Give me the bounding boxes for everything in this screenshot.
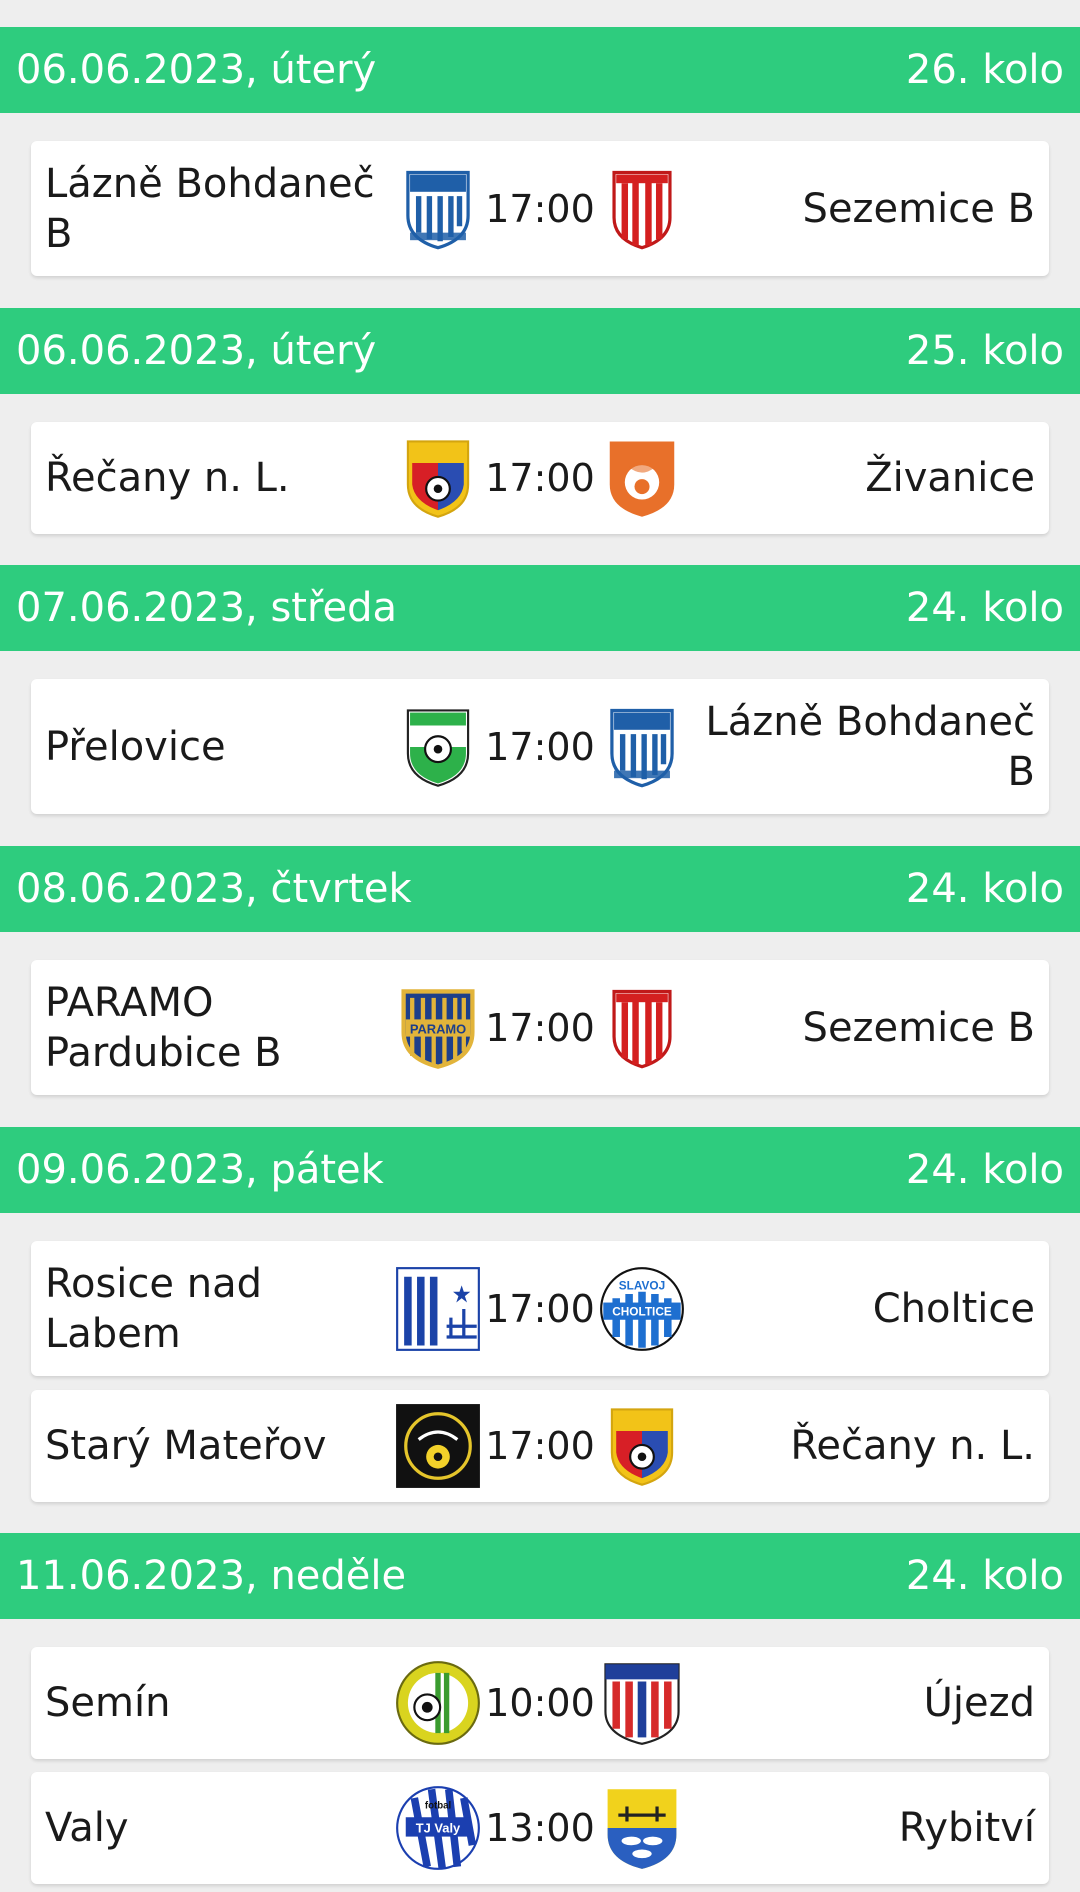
choltice-crest-icon: CHOLTICE SLAVOJ	[599, 1266, 685, 1352]
home-team-name: PARAMO Pardubice B	[45, 979, 282, 1076]
match-card[interactable]: Přelovice 17:00 Lázně Bohdaneč B	[31, 679, 1049, 814]
ujezd-crest-icon	[599, 1660, 685, 1746]
round-label: 24. kolo	[905, 1553, 1064, 1599]
match-card[interactable]: PARAMO Pardubice B PARAMO 17:00 Sezemice…	[31, 960, 1049, 1095]
away-team-name: Újezd	[923, 1680, 1035, 1726]
day-header: 09.06.2023, pátek 24. kolo	[0, 1127, 1080, 1213]
kickoff-time: 17:00	[485, 1286, 595, 1331]
day-date: 07.06.2023, středa	[16, 585, 398, 631]
day-header: 07.06.2023, středa 24. kolo	[0, 565, 1080, 651]
day-header: 06.06.2023, úterý 26. kolo	[0, 27, 1080, 113]
kickoff-time: 13:00	[485, 1806, 595, 1850]
match-card[interactable]: Lázně Bohdaneč B 17:00 Sezemice B	[31, 141, 1049, 276]
recany-crest-icon	[395, 435, 481, 521]
prelovice-crest-icon	[395, 704, 481, 790]
zivanice-crest-icon	[599, 435, 685, 521]
away-team-name: Sezemice B	[802, 1004, 1035, 1051]
bohdanec-crest-icon	[395, 166, 481, 252]
paramo-crest-icon: PARAMO	[395, 985, 481, 1071]
round-label: 26. kolo	[905, 47, 1064, 93]
home-team-name: Starý Mateřov	[45, 1423, 327, 1469]
match-card[interactable]: Starý Mateřov 17:00 Řečany n. L.	[31, 1390, 1049, 1502]
day-date: 08.06.2023, čtvrtek	[16, 866, 412, 912]
day-header: 06.06.2023, úterý 25. kolo	[0, 308, 1080, 394]
sezemice-crest-icon	[599, 166, 685, 252]
recany-crest-icon	[599, 1403, 685, 1489]
valy-crest-top-text: fotbal	[425, 1801, 451, 1812]
home-team-name: Řečany n. L.	[45, 455, 290, 501]
home-team-name: Rosice nad Labem	[45, 1260, 262, 1357]
home-team-name: Lázně Bohdaneč B	[45, 160, 375, 257]
choltice-crest-text: CHOLTICE	[612, 1304, 672, 1318]
kickoff-time: 17:00	[485, 186, 595, 231]
match-card[interactable]: Rosice nad Labem 17:00 CHOLTICE SLAVOJ Ch…	[31, 1241, 1049, 1376]
home-team-name: Valy	[45, 1805, 129, 1851]
kickoff-time: 17:00	[485, 1005, 595, 1050]
round-label: 25. kolo	[905, 328, 1064, 374]
valy-crest-text: TJ Valy	[416, 1820, 461, 1835]
away-team-name: Rybitví	[898, 1805, 1035, 1851]
day-date: 11.06.2023, neděle	[16, 1553, 407, 1599]
choltice-crest-top-text: SLAVOJ	[619, 1278, 665, 1292]
round-label: 24. kolo	[905, 585, 1064, 631]
paramo-crest-text: PARAMO	[410, 1021, 466, 1036]
day-date: 06.06.2023, úterý	[16, 328, 377, 374]
away-team-name: Řečany n. L.	[790, 1423, 1035, 1469]
match-card[interactable]: Valy TJ Valy fotbal 13:00 Rybitví	[31, 1772, 1049, 1884]
kickoff-time: 17:00	[485, 724, 595, 769]
rybitvi-crest-icon	[599, 1785, 685, 1871]
bohdanec-crest-icon	[599, 704, 685, 790]
kickoff-time: 17:00	[485, 456, 595, 500]
kickoff-time: 10:00	[485, 1681, 595, 1725]
day-date: 06.06.2023, úterý	[16, 47, 377, 93]
day-header: 11.06.2023, neděle 24. kolo	[0, 1533, 1080, 1619]
semin-crest-icon	[395, 1660, 481, 1746]
away-team-name: Sezemice B	[802, 185, 1035, 232]
away-team-name: Živanice	[865, 455, 1035, 501]
home-team-name: Přelovice	[45, 723, 226, 770]
away-team-name: Choltice	[872, 1285, 1035, 1332]
day-date: 09.06.2023, pátek	[16, 1147, 384, 1193]
rosice-crest-icon	[395, 1266, 481, 1352]
home-team-name: Semín	[45, 1680, 171, 1726]
round-label: 24. kolo	[905, 1147, 1064, 1193]
valy-crest-icon: TJ Valy fotbal	[395, 1785, 481, 1871]
stary-materov-crest-icon	[395, 1403, 481, 1489]
match-card[interactable]: Semín 10:00 Újezd	[31, 1647, 1049, 1759]
away-team-name: Lázně Bohdaneč B	[705, 698, 1035, 795]
match-card[interactable]: Řečany n. L. 17:00 Živanice	[31, 422, 1049, 534]
sezemice-crest-icon	[599, 985, 685, 1071]
round-label: 24. kolo	[905, 866, 1064, 912]
kickoff-time: 17:00	[485, 1424, 595, 1468]
day-header: 08.06.2023, čtvrtek 24. kolo	[0, 846, 1080, 932]
